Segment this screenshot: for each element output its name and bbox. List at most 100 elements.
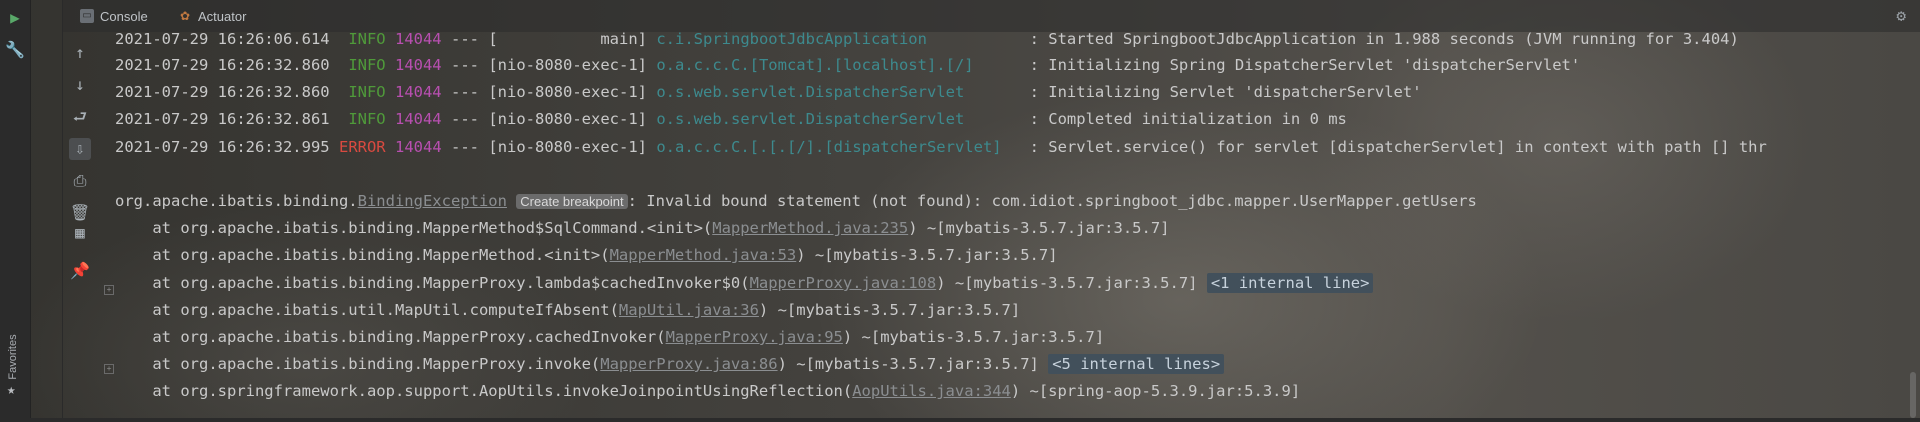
exception-message: : Invalid bound statement (not found): c…	[627, 192, 1477, 210]
log-separator: ---	[451, 32, 479, 48]
tool-window-tabbar: ▭ Console ✿ Actuator ⚙	[62, 0, 1920, 32]
console-toolbar-divider	[62, 0, 63, 422]
log-level: ERROR	[338, 138, 386, 156]
log-line: 2021-07-29 16:26:32.995 ERROR 14044 --- …	[115, 136, 1767, 158]
log-thread: [nio-8080-exec-1]	[488, 56, 647, 74]
log-message: : Servlet.service() for servlet [dispatc…	[1029, 138, 1767, 156]
log-pid: 14044	[395, 138, 442, 156]
log-line: 2021-07-29 16:26:32.860 INFO 14044 --- […	[115, 54, 1580, 76]
stack-frame: at org.apache.ibatis.binding.MapperProxy…	[115, 353, 1225, 375]
trash-icon[interactable]: 🗑	[69, 202, 91, 224]
wrench-icon[interactable]: 🔧	[5, 40, 25, 60]
stack-frame-link[interactable]: MapperProxy.java:86	[600, 355, 777, 373]
stack-frame-jar: ) ~[mybatis-3.5.7.jar:3.5.7]	[758, 301, 1021, 319]
stack-frame: at org.apache.ibatis.binding.MapperMetho…	[115, 244, 1058, 266]
log-thread: [nio-8080-exec-1]	[488, 83, 647, 101]
log-logger: o.s.web.servlet.DispatcherServlet	[656, 83, 965, 101]
log-message: : Started SpringbootJdbcApplication in 1…	[1029, 32, 1739, 48]
vertical-scrollbar[interactable]	[1908, 32, 1918, 420]
scroll-up-icon[interactable]: ↑	[69, 42, 91, 64]
log-thread: [nio-8080-exec-1]	[488, 138, 647, 156]
bottom-border	[0, 418, 1920, 422]
log-pid: 14044	[394, 56, 442, 74]
log-level: INFO	[348, 83, 386, 101]
tab-actuator-label: Actuator	[198, 8, 247, 24]
log-timestamp: 2021-07-29 16:26:32.995	[115, 138, 330, 156]
log-thread: [nio-8080-exec-1]	[488, 110, 647, 128]
stack-frame-method: at org.apache.ibatis.binding.MapperMetho…	[115, 219, 713, 237]
favorites-tab[interactable]: Favorites ★	[0, 310, 30, 410]
log-pid: 14044	[394, 110, 442, 128]
log-message: : Initializing Spring DispatcherServlet …	[1029, 56, 1581, 74]
internal-lines-chip[interactable]: <1 internal line>	[1206, 273, 1374, 293]
log-logger: o.a.c.c.C.[Tomcat].[localhost].[/]	[656, 56, 974, 74]
log-separator: ---	[451, 83, 479, 101]
stack-frame: at org.springframework.aop.support.AopUt…	[115, 380, 1300, 402]
log-pid: 14044	[394, 83, 442, 101]
tab-actuator[interactable]: ✿ Actuator	[178, 0, 246, 32]
internal-lines-chip[interactable]: <5 internal lines>	[1048, 354, 1225, 374]
exception-package: org.apache.ibatis.binding.	[115, 192, 358, 210]
log-pid: 14044	[394, 32, 442, 48]
pin-icon[interactable]: 📌	[69, 260, 91, 282]
fold-expand-icon[interactable]: +	[104, 364, 114, 374]
log-thread: [ main]	[488, 32, 647, 48]
log-timestamp: 2021-07-29 16:26:32.860	[115, 56, 330, 74]
print-icon[interactable]: ⎙	[69, 170, 91, 192]
console-output[interactable]: 2021-07-29 16:26:06.614 INFO 14044 --- […	[115, 32, 1905, 418]
log-separator: ---	[451, 110, 479, 128]
log-timestamp: 2021-07-29 16:26:32.860	[115, 83, 330, 101]
stack-frame-method: at org.apache.ibatis.binding.MapperProxy…	[115, 328, 666, 346]
tab-console-label: Console	[100, 8, 148, 24]
stack-frame: at org.apache.ibatis.binding.MapperProxy…	[115, 326, 1104, 348]
log-level: INFO	[348, 32, 386, 48]
soft-wrap-icon[interactable]: ⮐	[69, 106, 91, 128]
log-message: : Initializing Servlet 'dispatcherServle…	[1029, 83, 1422, 101]
log-line: 2021-07-29 16:26:32.861 INFO 14044 --- […	[115, 108, 1347, 130]
stack-frame-method: at org.apache.ibatis.binding.MapperProxy…	[115, 274, 750, 292]
log-timestamp: 2021-07-29 16:26:32.861	[115, 110, 330, 128]
create-breakpoint-button[interactable]: Create breakpoint	[516, 194, 628, 209]
stack-frame-jar: ) ~[mybatis-3.5.7.jar:3.5.7]	[908, 219, 1170, 237]
scroll-down-icon[interactable]: ↓	[69, 74, 91, 96]
stack-frame-method: at org.apache.ibatis.util.MapUtil.comput…	[115, 301, 619, 319]
tab-console[interactable]: ▭ Console	[80, 0, 148, 32]
stack-frame-jar: ) ~[mybatis-3.5.7.jar:3.5.7]	[777, 355, 1049, 373]
gear-icon[interactable]: ⚙	[1896, 6, 1906, 25]
log-level: INFO	[348, 110, 386, 128]
fold-expand-icon[interactable]: +	[104, 285, 114, 295]
stack-frame-link[interactable]: MapperMethod.java:53	[610, 246, 797, 264]
stack-frame-link[interactable]: MapperProxy.java:108	[750, 274, 937, 292]
log-logger: o.a.c.c.C.[.[.[/].[dispatcherServlet]	[656, 138, 1002, 156]
log-timestamp: 2021-07-29 16:26:06.614	[115, 32, 330, 48]
stack-frame-jar: ) ~[mybatis-3.5.7.jar:3.5.7]	[796, 246, 1058, 264]
exception-line: org.apache.ibatis.binding.BindingExcepti…	[115, 190, 1477, 212]
log-level: INFO	[348, 56, 386, 74]
stack-frame-jar: ) ~[mybatis-3.5.7.jar:3.5.7]	[936, 274, 1207, 292]
stack-frame: at org.apache.ibatis.util.MapUtil.comput…	[115, 299, 1020, 321]
stack-frame-link[interactable]: AopUtils.java:344	[852, 382, 1011, 400]
console-icon: ▭	[80, 9, 94, 23]
scroll-to-end-icon[interactable]: ⇩	[69, 138, 91, 160]
stack-frame: at org.apache.ibatis.binding.MapperMetho…	[115, 217, 1170, 239]
layout-icon[interactable]: ▦	[69, 222, 91, 244]
run-icon[interactable]: ▶	[5, 8, 25, 28]
stack-frame-link[interactable]: MapUtil.java:36	[619, 301, 759, 319]
log-logger: o.s.web.servlet.DispatcherServlet	[656, 110, 965, 128]
stack-frame-method: at org.apache.ibatis.binding.MapperMetho…	[115, 246, 610, 264]
stack-frame-jar: ) ~[mybatis-3.5.7.jar:3.5.7]	[842, 328, 1105, 346]
stack-frame-link[interactable]: MapperProxy.java:95	[666, 328, 843, 346]
star-icon: ★	[7, 382, 16, 398]
scrollbar-thumb[interactable]	[1910, 372, 1916, 418]
stack-frame-jar: ) ~[spring-aop-5.3.9.jar:5.3.9]	[1010, 382, 1301, 400]
actuator-icon: ✿	[179, 9, 191, 23]
stack-frame: at org.apache.ibatis.binding.MapperProxy…	[115, 272, 1374, 294]
log-separator: ---	[451, 56, 479, 74]
stack-frame-link[interactable]: MapperMethod.java:235	[712, 219, 908, 237]
exception-class-link[interactable]: BindingException	[358, 192, 507, 210]
log-line: 2021-07-29 16:26:06.614 INFO 14044 --- […	[115, 32, 1739, 50]
log-message: : Completed initialization in 0 ms	[1029, 110, 1347, 128]
log-separator: ---	[451, 138, 480, 156]
log-logger: c.i.SpringbootJdbcApplication	[656, 32, 927, 48]
stack-frame-method: at org.apache.ibatis.binding.MapperProxy…	[115, 355, 601, 373]
